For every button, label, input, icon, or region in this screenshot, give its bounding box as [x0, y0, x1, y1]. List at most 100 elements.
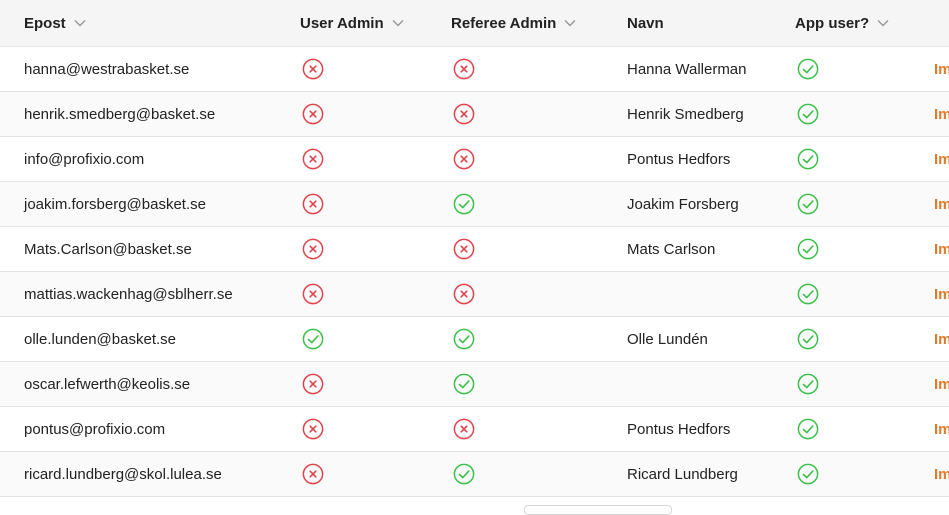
referee-admin-cell: [453, 227, 475, 271]
app-user-cell: [797, 182, 819, 226]
user-admin-cell: [302, 227, 324, 271]
column-label: Navn: [627, 14, 664, 32]
table-row[interactable]: ricard.lundberg@skol.lulea.se Ricard Lund…: [0, 452, 949, 497]
column-label: Epost: [24, 14, 66, 32]
x-circle-icon: [302, 283, 324, 305]
referee-admin-cell: [453, 92, 475, 136]
table-row[interactable]: oscar.lefwerth@keolis.se Im: [0, 362, 949, 407]
chevron-down-icon: [877, 19, 889, 27]
x-circle-icon: [302, 463, 324, 485]
app-user-cell: [797, 47, 819, 91]
user-admin-cell: [302, 452, 324, 496]
referee-admin-cell: [453, 137, 475, 181]
user-admin-cell: [302, 317, 324, 361]
email-cell: info@profixio.com: [24, 150, 145, 168]
row-action-link[interactable]: Im: [934, 227, 949, 271]
x-circle-icon: [453, 58, 475, 80]
referee-admin-cell: [453, 272, 475, 316]
table-row[interactable]: info@profixio.com Pontus Hedfors Im: [0, 137, 949, 182]
x-circle-icon: [302, 193, 324, 215]
row-action-link[interactable]: Im: [934, 272, 949, 316]
check-circle-icon: [797, 328, 819, 350]
table-row[interactable]: henrik.smedberg@basket.se Henrik Smedberg…: [0, 92, 949, 137]
name-cell: Hanna Wallerman: [627, 60, 747, 78]
row-action-link[interactable]: Im: [934, 452, 949, 496]
app-user-cell: [797, 92, 819, 136]
column-header-user-admin[interactable]: User Admin: [300, 0, 404, 46]
referee-admin-cell: [453, 182, 475, 226]
email-cell: Mats.Carlson@basket.se: [24, 240, 192, 258]
name-cell: Mats Carlson: [627, 240, 716, 258]
check-circle-icon: [797, 58, 819, 80]
name-cell: Pontus Hedfors: [627, 420, 731, 438]
user-admin-cell: [302, 362, 324, 406]
check-circle-icon: [797, 193, 819, 215]
check-circle-icon: [453, 463, 475, 485]
app-user-cell: [797, 227, 819, 271]
row-action-link[interactable]: Im: [934, 407, 949, 451]
app-user-cell: [797, 317, 819, 361]
pagination-control[interactable]: [524, 505, 672, 515]
referee-admin-cell: [453, 317, 475, 361]
table-row[interactable]: pontus@profixio.com Pontus Hedfors Im: [0, 407, 949, 452]
row-action-link[interactable]: Im: [934, 47, 949, 91]
email-cell: henrik.smedberg@basket.se: [24, 105, 216, 123]
email-cell: hanna@westrabasket.se: [24, 60, 190, 78]
email-cell: oscar.lefwerth@keolis.se: [24, 375, 191, 393]
app-user-cell: [797, 362, 819, 406]
check-circle-icon: [797, 418, 819, 440]
x-circle-icon: [302, 418, 324, 440]
column-header-referee-admin[interactable]: Referee Admin: [451, 0, 576, 46]
app-user-cell: [797, 452, 819, 496]
app-user-cell: [797, 272, 819, 316]
email-cell: ricard.lundberg@skol.lulea.se: [24, 465, 222, 483]
referee-admin-cell: [453, 407, 475, 451]
x-circle-icon: [453, 283, 475, 305]
x-circle-icon: [453, 103, 475, 125]
user-admin-cell: [302, 272, 324, 316]
column-header-email[interactable]: Epost: [24, 0, 86, 46]
name-cell: Ricard Lundberg: [627, 465, 738, 483]
email-cell: mattias.wackenhag@sblherr.se: [24, 285, 233, 303]
column-label: App user?: [795, 14, 870, 32]
x-circle-icon: [302, 238, 324, 260]
row-action-link[interactable]: Im: [934, 182, 949, 226]
email-cell: pontus@profixio.com: [24, 420, 166, 438]
x-circle-icon: [453, 238, 475, 260]
table-row[interactable]: olle.lunden@basket.se Olle Lundén Im: [0, 317, 949, 362]
row-action-link[interactable]: Im: [934, 362, 949, 406]
table-row[interactable]: mattias.wackenhag@sblherr.se Im: [0, 272, 949, 317]
column-header-app-user[interactable]: App user?: [795, 0, 889, 46]
referee-admin-cell: [453, 362, 475, 406]
check-circle-icon: [453, 193, 475, 215]
name-cell: Joakim Forsberg: [627, 195, 739, 213]
app-user-cell: [797, 137, 819, 181]
row-action-link[interactable]: Im: [934, 317, 949, 361]
check-circle-icon: [797, 103, 819, 125]
chevron-down-icon: [74, 19, 86, 27]
chevron-down-icon: [392, 19, 404, 27]
email-cell: olle.lunden@basket.se: [24, 330, 176, 348]
x-circle-icon: [302, 373, 324, 395]
name-cell: Pontus Hedfors: [627, 150, 731, 168]
row-action-link[interactable]: Im: [934, 92, 949, 136]
table-header: Epost User Admin Referee Admin Navn App …: [0, 0, 949, 47]
name-cell: Olle Lundén: [627, 330, 708, 348]
table-body: hanna@westrabasket.se Hanna Wallerman Im he…: [0, 47, 949, 497]
table-row[interactable]: joakim.forsberg@basket.se Joakim Forsberg…: [0, 182, 949, 227]
check-circle-icon: [302, 328, 324, 350]
app-user-cell: [797, 407, 819, 451]
column-header-name[interactable]: Navn: [627, 0, 664, 46]
email-cell: joakim.forsberg@basket.se: [24, 195, 206, 213]
check-circle-icon: [797, 238, 819, 260]
table-row[interactable]: hanna@westrabasket.se Hanna Wallerman Im: [0, 47, 949, 92]
table-row[interactable]: Mats.Carlson@basket.se Mats Carlson Im: [0, 227, 949, 272]
check-circle-icon: [453, 328, 475, 350]
x-circle-icon: [453, 148, 475, 170]
check-circle-icon: [453, 373, 475, 395]
user-admin-cell: [302, 137, 324, 181]
x-circle-icon: [302, 58, 324, 80]
referee-admin-cell: [453, 452, 475, 496]
row-action-link[interactable]: Im: [934, 137, 949, 181]
column-label: User Admin: [300, 14, 384, 32]
